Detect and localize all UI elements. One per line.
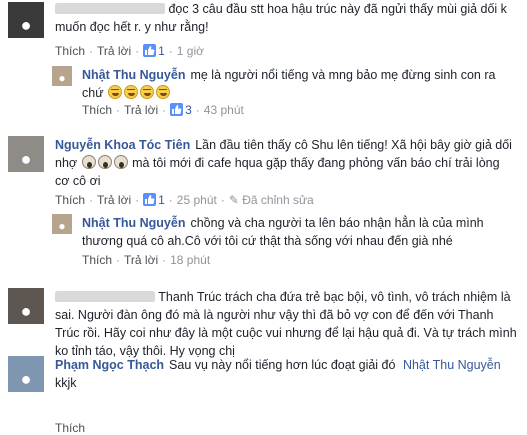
edited-label[interactable]: Đã chỉnh sửa [242,193,313,207]
laughing-emoji-icon [140,85,155,99]
reply-link[interactable]: Trả lời [124,103,158,117]
like-link[interactable]: Thích [55,421,85,435]
thumbs-up-icon [143,193,157,206]
comment-body: đọc 3 câu đầu stt hoa hậu trúc này đã ng… [55,0,515,36]
comment-actions: Thích · Trả lời · 3 · 43 phút [82,103,244,117]
user-silhouette-icon: ● [20,15,32,35]
like-link[interactable]: Thích [82,253,112,267]
comment-1: ● đọc 3 câu đầu stt hoa hậu trúc này đã … [0,0,527,60]
comment-actions: Thích [55,421,85,435]
screaming-emoji-icon [81,155,96,169]
commenter-name[interactable]: Nhật Thu Nguyễn [82,216,185,230]
avatar[interactable]: ● [8,288,44,324]
comment-actions: Thích · Trả lời · 1 · 1 giờ [55,44,205,58]
laughing-emoji-icon [108,85,123,99]
user-photo-icon: ● [20,301,32,321]
avatar[interactable]: ● [8,136,44,172]
commenter-name[interactable]: Nhật Thu Nguyễn [82,68,185,82]
like-link[interactable]: Thích [82,103,112,117]
timestamp[interactable]: 1 giờ [177,44,204,58]
avatar[interactable]: ● [8,356,44,392]
redacted-name [55,3,165,14]
timestamp[interactable]: 25 phút [177,193,217,207]
tagged-user-link[interactable]: Nhật Thu Nguyễn [403,358,501,372]
timestamp[interactable]: 18 phút [170,253,210,267]
comment-body: Nhật Thu Nguyễn chồng và cha người ta lên… [82,214,512,250]
user-photo-icon: ● [58,219,66,233]
reply-link[interactable]: Trả lời [97,193,131,207]
comment-body: Phạm Ngọc Thạch Sau vụ này nổi tiếng hơn … [55,356,517,392]
comment-6: ● Phạm Ngọc Thạch Sau vụ này nổi tiếng hơ… [0,352,527,435]
like-link[interactable]: Thích [55,44,85,58]
comment-body: Nhật Thu Nguyễn mẹ là người nổi tiếng và … [82,66,518,102]
laughing-emoji-icon [124,85,139,99]
like-count[interactable]: 1 [158,44,165,58]
comment-text-cont: kkjk [55,376,77,390]
screaming-emoji-icon [97,155,112,169]
comment-4-reply: ● Nhật Thu Nguyễn chồng và cha người ta l… [0,208,527,274]
user-photo-icon: ● [20,369,32,389]
comment-actions: Thích · Trả lời · 1 · 25 phút · ✎ Đã chỉnh sửa [55,193,314,207]
avatar[interactable]: ● [52,214,72,234]
reply-link[interactable]: Trả lời [124,253,158,267]
comment-body: Thanh Trúc trách cha đứa trẻ bạc bội, vô… [55,288,517,360]
laughing-emoji-icon [156,85,171,99]
user-photo-icon: ● [20,149,32,169]
comment-text: Sau vụ này nổi tiếng hơn lúc đoạt giải đ… [169,358,396,372]
like-count[interactable]: 1 [158,193,165,207]
screaming-emoji-icon [113,155,128,169]
commenter-name[interactable]: Phạm Ngọc Thạch [55,358,164,372]
edited-pencil-icon: ✎ [228,193,239,207]
redacted-name [55,291,155,302]
comment-2-reply: ● Nhật Thu Nguyễn mẹ là người nổi tiếng v… [0,60,527,124]
like-link[interactable]: Thích [55,193,85,207]
timestamp[interactable]: 43 phút [204,103,244,117]
avatar[interactable]: ● [8,2,44,38]
avatar[interactable]: ● [52,66,72,86]
comment-3: ● Nguyễn Khoa Tóc Tiên Lần đầu tiên thấy … [0,130,527,208]
user-photo-icon: ● [58,71,66,85]
comment-actions: Thích · Trả lời · 18 phút [82,253,211,267]
comment-body: Nguyễn Khoa Tóc Tiên Lần đầu tiên thấy cô… [55,136,517,190]
commenter-name[interactable]: Nguyễn Khoa Tóc Tiên [55,138,190,152]
like-count[interactable]: 3 [185,103,192,117]
thumbs-up-icon [170,103,184,116]
thumbs-up-icon [143,44,157,57]
reply-link[interactable]: Trả lời [97,44,131,58]
